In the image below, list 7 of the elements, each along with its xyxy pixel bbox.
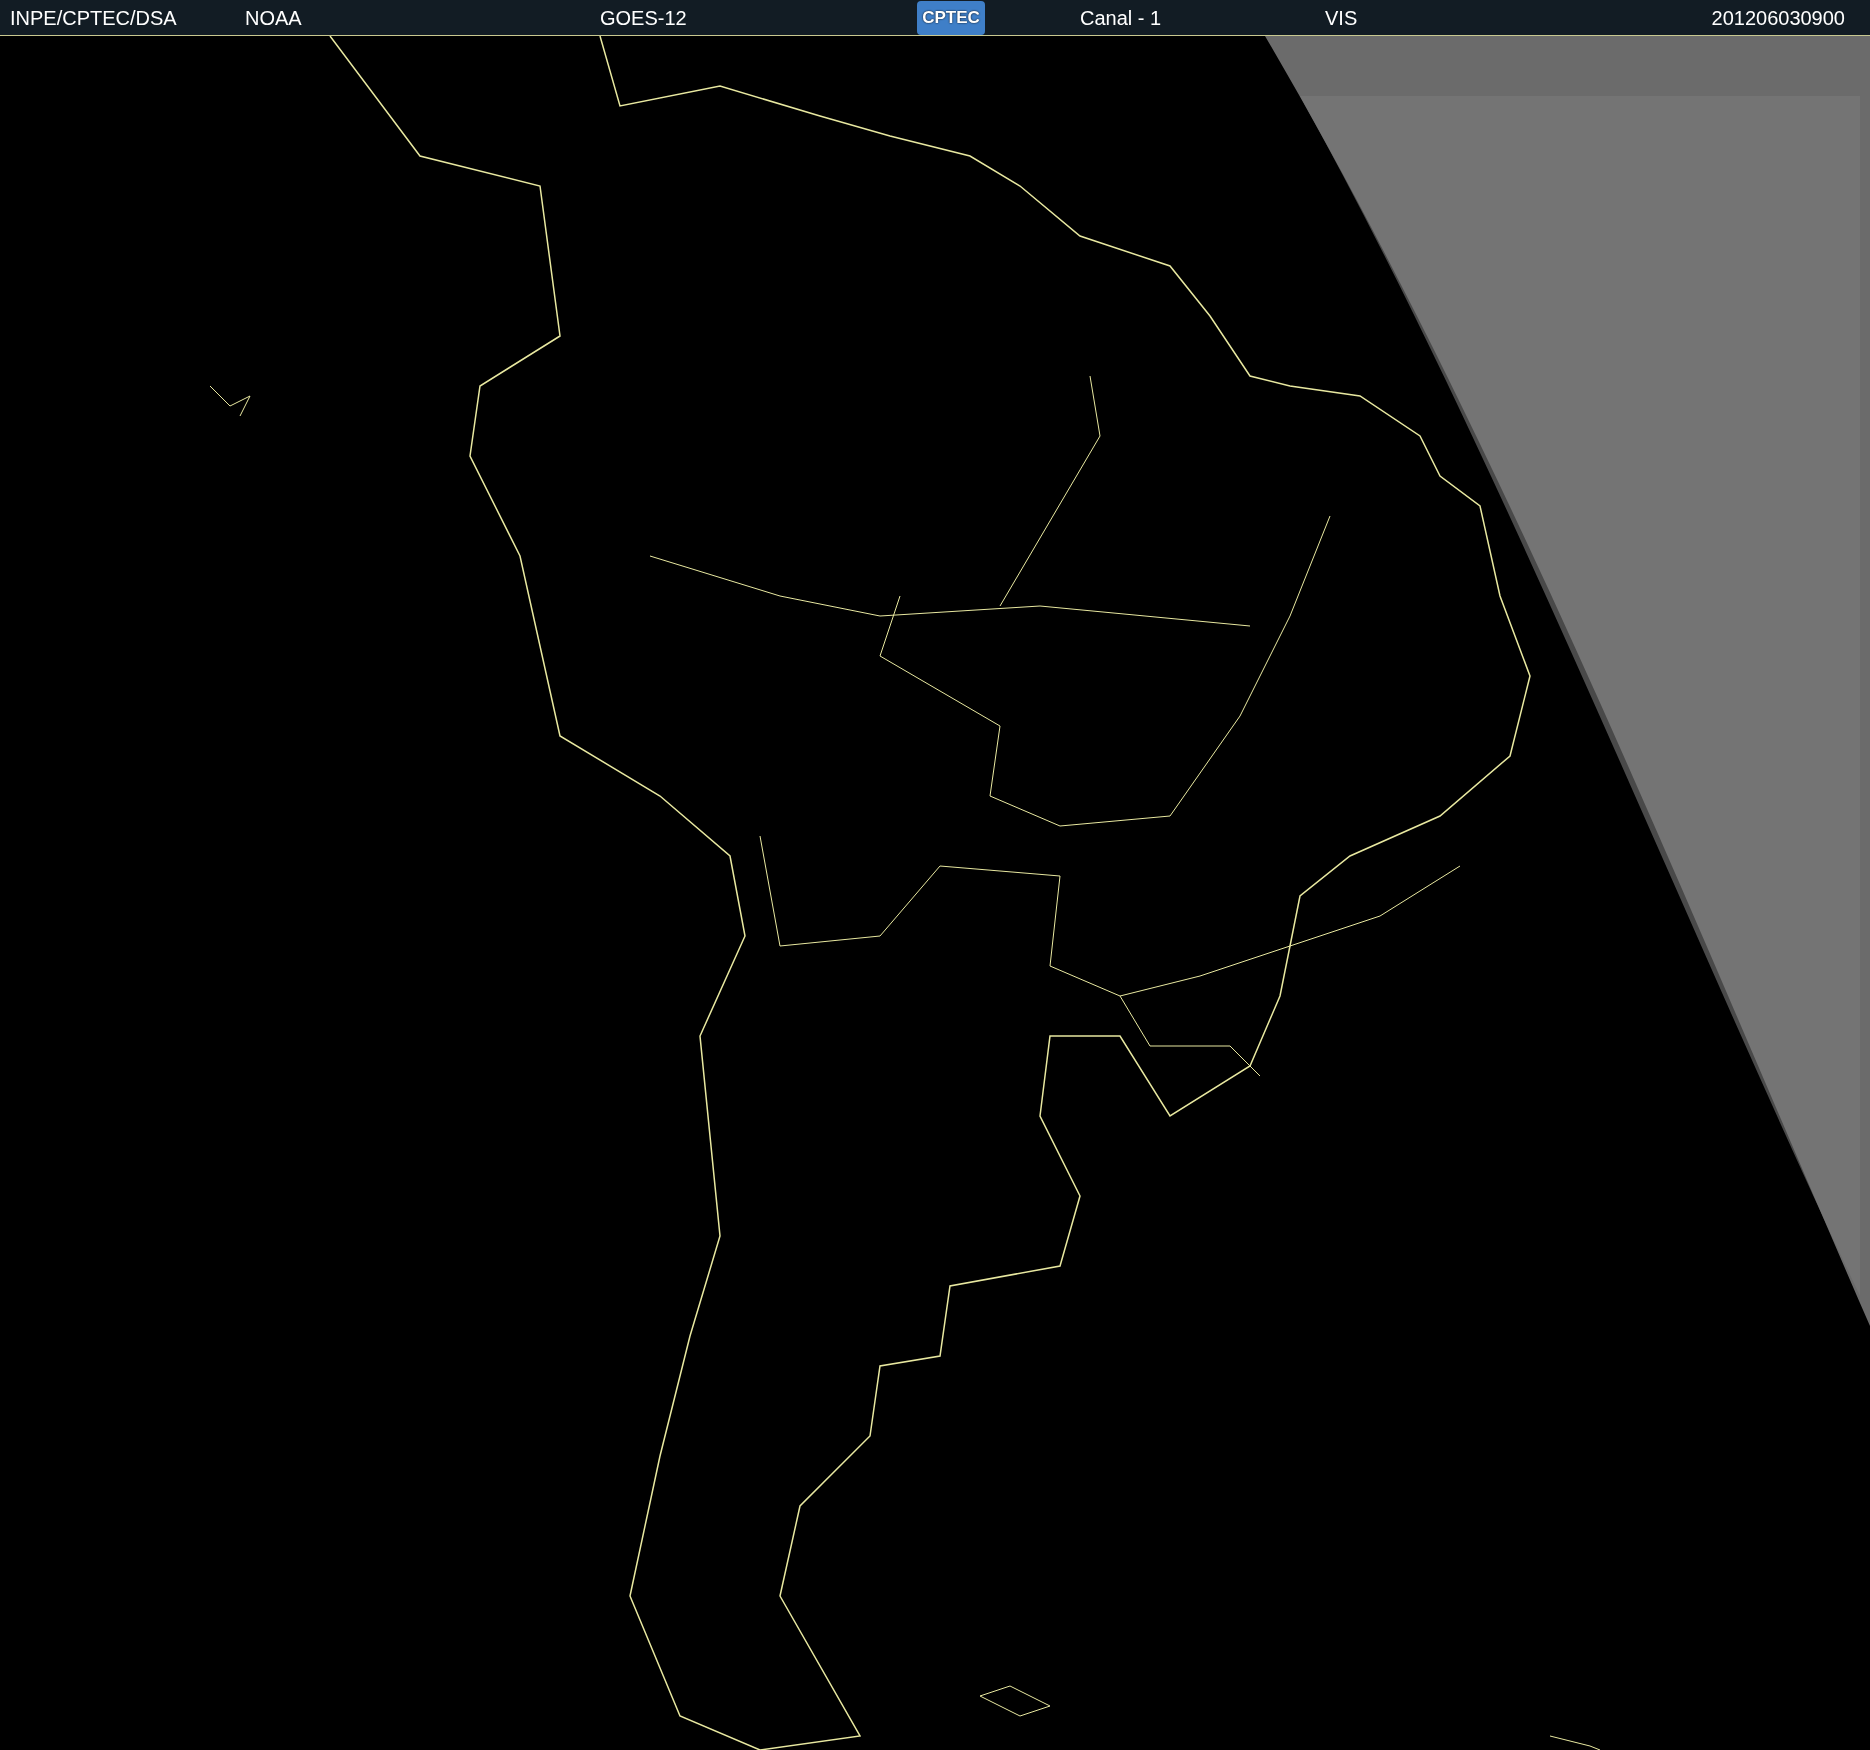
satellite-label: GOES-12 <box>600 7 688 28</box>
band-label: VIS <box>1325 7 1358 28</box>
agency-label: NOAA <box>245 7 303 28</box>
source-label: INPE/CPTEC/DSA <box>10 7 178 28</box>
timestamp-label: 201206030900 <box>1711 7 1845 28</box>
channel-label: Canal - 1 <box>1080 7 1163 28</box>
logo-text: CPTEC <box>922 9 980 26</box>
